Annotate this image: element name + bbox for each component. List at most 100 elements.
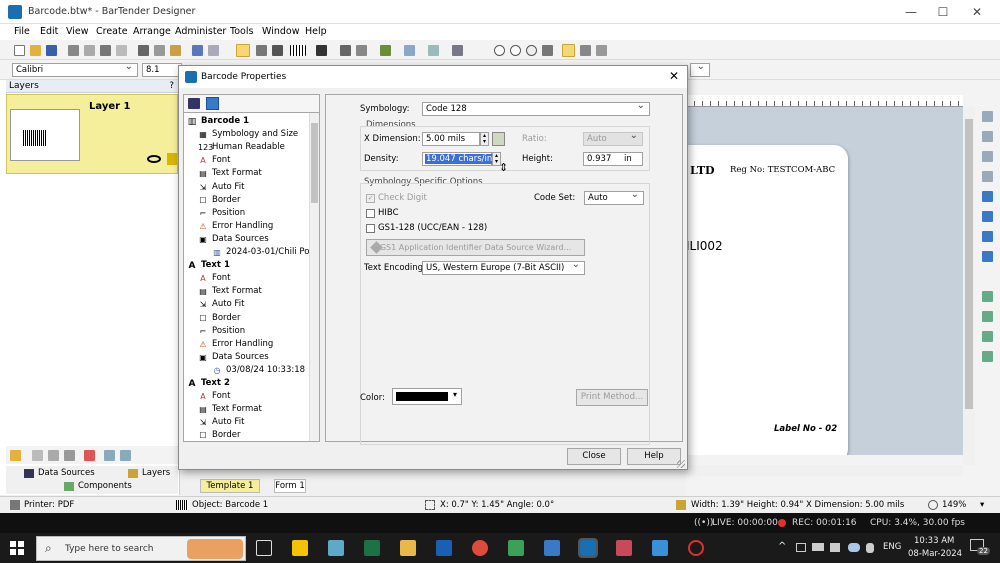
menu-create[interactable]: Create [96,26,128,37]
tree-item[interactable]: ⇲ Auto Fit [184,298,245,311]
layer-item[interactable]: Layer 1 [6,94,178,174]
show-grid-icon[interactable] [596,45,607,56]
undo-icon[interactable] [192,45,203,56]
print-method-button[interactable]: Print Method... [576,389,648,406]
tree-item[interactable]: ⌐ Position [184,207,245,220]
tree-item[interactable]: ▤ Text Format [184,285,262,298]
chrome-icon[interactable] [472,540,488,556]
excel-icon[interactable] [364,540,380,556]
font-size-select[interactable]: 8.1 [142,63,182,77]
text-cursor-icon[interactable] [272,45,283,56]
status-zoom[interactable]: 149% [942,500,966,510]
tray-chevron-icon[interactable]: ^ [778,541,786,552]
save-icon[interactable] [46,45,57,56]
menu-help[interactable]: Help [305,26,327,37]
zoom-page-icon[interactable] [542,45,553,56]
battery-icon[interactable] [812,543,824,551]
language-indicator[interactable]: ENG [883,542,901,552]
menu-edit[interactable]: Edit [40,26,58,37]
align-right-icon[interactable] [982,151,993,162]
vertical-scrollbar[interactable] [963,107,975,465]
x-dimension-spinner[interactable]: ▴ ▾ [480,132,489,146]
align-icon[interactable] [452,45,463,56]
close-window-button[interactable]: ✕ [962,4,992,20]
horizontal-scrollbar[interactable] [686,465,963,476]
tab-data-sources[interactable]: Data Sources [38,468,95,478]
zoom-out-icon[interactable] [510,45,521,56]
label-company-text[interactable]: LTD [690,164,715,177]
tab-components[interactable]: Components [78,481,132,491]
app-icon-3[interactable] [616,540,632,556]
bartender-designer-taskbar-icon[interactable] [578,538,598,558]
tree-item[interactable]: ▣ Data Sources [184,233,268,246]
menu-administer[interactable]: Administer [175,26,226,37]
grid-icon[interactable] [428,45,439,56]
tree-item[interactable]: A Text 1 [184,259,230,272]
tree-item[interactable]: ⇲ Auto Fit [184,181,245,194]
x-dimension-input[interactable]: 5.00 mils [422,132,480,146]
align-center-icon[interactable] [982,131,993,142]
table-tool-icon[interactable] [404,45,415,56]
density-input[interactable]: 19.047 chars/in [422,152,494,166]
print-icon[interactable] [100,45,111,56]
new-icon[interactable] [14,45,25,56]
text-tool-icon[interactable] [316,45,327,56]
app-icon[interactable] [328,540,344,556]
align-top-icon[interactable] [982,171,993,182]
paint-icon[interactable] [652,540,668,556]
label-code-text[interactable]: ILI002 [686,239,723,253]
same-size-icon[interactable] [982,251,993,262]
label-number-text[interactable]: Label No - 02 [774,424,837,434]
close-button[interactable]: Close [567,448,621,465]
minimize-button[interactable]: — [896,4,926,20]
clock-time[interactable]: 10:33 AM [914,536,954,546]
tree-item[interactable]: ▥ 2024-03-01/Chili Po [184,246,309,259]
label-canvas[interactable]: LTD Reg No: TESTCOM-ABC ILI002 Label No … [686,107,963,455]
ratio-select[interactable]: Auto [583,130,643,146]
app-icon-2[interactable] [508,540,524,556]
open-icon[interactable] [30,45,41,56]
cut-layer-icon[interactable] [32,450,43,461]
text-encoding-select[interactable]: US, Western Europe (7-Bit ASCII) [422,259,585,275]
tree-item[interactable]: ▦ Symbology and Size [184,128,298,141]
pane-pin-icon[interactable]: ? [169,80,174,93]
tree-item[interactable]: A Text 2 [184,377,230,390]
vertical-scroll-thumb[interactable] [965,119,973,409]
recorder-icon[interactable] [688,540,704,556]
tab-layers[interactable]: Layers [142,468,170,478]
eye-icon[interactable] [147,155,161,163]
tree-item[interactable]: A Font [184,272,230,285]
move-up-icon[interactable] [104,450,115,461]
tree-item[interactable]: ▣ Data Sources [184,351,268,364]
maximize-button[interactable]: ☐ [928,4,958,20]
barcode-tool-icon[interactable] [290,45,306,56]
file-explorer-icon[interactable] [400,540,416,556]
tree-item[interactable]: ▥ Barcode 1 [184,115,249,128]
delete-layer-icon[interactable] [84,450,95,461]
network-icon[interactable] [796,543,806,552]
zoom-dropdown-icon[interactable]: ▾ [980,500,984,510]
tree-item[interactable]: ☐ Border [184,429,240,442]
windows-start-icon[interactable] [10,541,24,555]
menu-view[interactable]: View [66,26,89,37]
menu-file[interactable]: File [14,26,30,37]
copy-layer-icon[interactable] [48,450,59,461]
align-bottom-icon[interactable] [982,211,993,222]
distribute-icon[interactable] [982,231,993,242]
ruler-icon[interactable] [580,45,591,56]
rotate-180-icon[interactable] [982,311,993,322]
tree-scrollbar[interactable] [309,113,319,441]
tree-item[interactable]: ◷ 03/08/24 10:33:18 [184,364,306,377]
tree-item[interactable]: ▤ Text Format [184,167,262,180]
paste-layer-icon[interactable] [64,450,75,461]
flip-icon[interactable] [982,351,993,362]
label-reg-text[interactable]: Reg No: TESTCOM-ABC [730,165,835,175]
toolbar-dropdown[interactable] [690,61,710,77]
move-down-icon[interactable] [120,450,131,461]
database-icon[interactable] [68,45,79,56]
rotate-270-icon[interactable] [982,331,993,342]
line-tool-icon[interactable] [340,45,351,56]
check-digit-checkbox[interactable]: ✓ [366,194,375,203]
hibc-checkbox[interactable] [366,209,375,218]
symbology-select[interactable]: Code 128 [422,100,650,116]
